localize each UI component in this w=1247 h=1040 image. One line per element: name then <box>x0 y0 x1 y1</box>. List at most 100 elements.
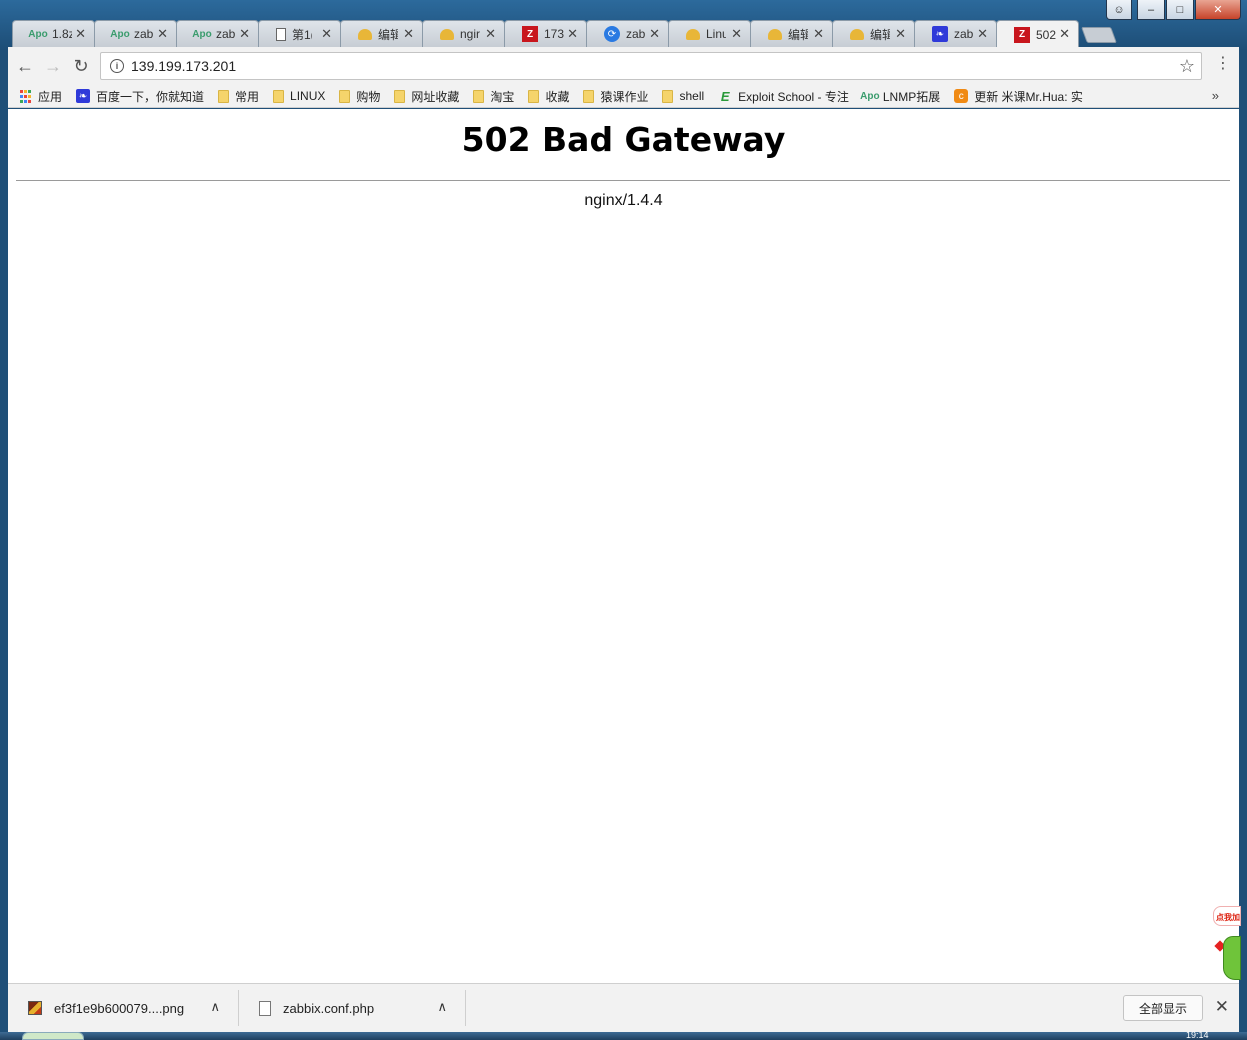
bookmark-label: 应用 <box>38 89 63 104</box>
new-tab-button[interactable] <box>1081 27 1117 43</box>
address-bar[interactable]: i 139.199.173.201 ☆ <box>100 52 1202 80</box>
download-filename[interactable]: ef3f1e9b600079....png <box>54 1001 184 1016</box>
folder-icon <box>218 89 230 103</box>
horizontal-rule <box>16 180 1230 181</box>
bookmark-label: 淘宝 <box>490 89 515 104</box>
bookmark-star-icon[interactable]: ☆ <box>1179 56 1195 77</box>
tab-label: 第1( <box>292 27 312 42</box>
tab-7[interactable]: ⟳ zabb ✕ <box>586 20 669 47</box>
bookmark-item[interactable]: 收藏 <box>528 88 569 105</box>
show-all-downloads-button[interactable]: 全部显示 <box>1123 995 1203 1021</box>
tab-close-icon[interactable]: ✕ <box>239 26 250 42</box>
tab-9[interactable]: 编辑 ✕ <box>750 20 833 47</box>
bookmark-item[interactable]: 应用 <box>18 88 62 105</box>
bookmark-label: Exploit School - 专注 <box>738 89 849 104</box>
bookmark-item[interactable]: Apo LNMP拓展 <box>860 88 941 105</box>
bookmark-item[interactable]: LINUX <box>273 89 325 103</box>
close-window-button[interactable]: ✕ <box>1195 0 1241 20</box>
tab-strip: Apo 1.8z ✕ Apo zabb ✕ Apo zabb ✕ 第1(✕ 编辑 ✕ ngir ✕ Z 173… <box>12 20 1117 48</box>
os-taskbar: 19:14 <box>0 1030 1247 1040</box>
start-button[interactable] <box>22 1032 84 1040</box>
page-title: 502 Bad Gateway <box>461 120 786 159</box>
hat-icon <box>850 28 864 40</box>
tab-4[interactable]: 编辑 ✕ <box>340 20 423 47</box>
close-downloads-bar-button[interactable]: ✕ <box>1215 997 1229 1017</box>
minimize-button[interactable]: – <box>1137 0 1165 20</box>
folder-icon <box>528 89 540 103</box>
tab-2[interactable]: Apo zabb ✕ <box>176 20 259 47</box>
bookmark-label: 购物 <box>356 89 381 104</box>
download-options-caret-icon[interactable]: ∧ <box>437 999 447 1015</box>
hat-icon <box>686 28 700 40</box>
tab-close-icon[interactable]: ✕ <box>567 26 578 42</box>
bookmarks-overflow-button[interactable]: » <box>1212 88 1219 103</box>
tab-label: zabb <box>134 27 154 41</box>
tab-close-icon[interactable]: ✕ <box>895 26 906 42</box>
bookmark-item[interactable]: 淘宝 <box>473 88 514 105</box>
tab-close-icon[interactable]: ✕ <box>321 26 332 42</box>
server-signature: nginx/1.4.4 <box>584 192 663 209</box>
tab-close-icon[interactable]: ✕ <box>813 26 824 42</box>
mascot-icon[interactable] <box>1223 936 1241 980</box>
title-bar: ☺ – □ ✕ Apo 1.8z ✕ Apo zabb ✕ Apo zabb ✕ 第1(✕ 编辑 ✕ n… <box>0 0 1247 50</box>
tab-close-icon[interactable]: ✕ <box>977 26 988 42</box>
widget-bubble[interactable]: 点我加 <box>1213 906 1241 926</box>
downloads-bar: ef3f1e9b600079....png ∧ zabbix.conf.php … <box>8 983 1239 1032</box>
bookmark-label: LNMP拓展 <box>882 89 941 104</box>
apo-icon: Apo <box>860 90 880 102</box>
maximize-button[interactable]: □ <box>1166 0 1194 20</box>
tab-label: zabb <box>216 27 236 41</box>
bookmark-item[interactable]: c 更新 米课Mr.Hua: 实 <box>954 88 1083 105</box>
exploit-icon: E <box>720 88 730 104</box>
tab-3[interactable]: 第1( ✕ <box>258 20 341 47</box>
file-icon <box>259 1000 271 1016</box>
download-options-caret-icon[interactable]: ∧ <box>210 999 220 1015</box>
user-profile-button[interactable]: ☺ <box>1106 0 1132 20</box>
bookmark-item[interactable]: shell <box>662 89 704 103</box>
bookmark-label: 收藏 <box>545 89 570 104</box>
mike-icon: c <box>954 89 969 103</box>
tab-10[interactable]: 编辑 ✕ <box>832 20 915 47</box>
tab-close-icon[interactable]: ✕ <box>75 26 86 42</box>
reload-button[interactable]: ↻ <box>70 55 92 77</box>
tab-8[interactable]: Linu ✕ <box>668 20 751 47</box>
bookmark-item[interactable]: 猿课作业 <box>583 88 648 105</box>
tab-11[interactable]: ❧ zabb ✕ <box>914 20 997 47</box>
tab-0[interactable]: Apo 1.8z ✕ <box>12 20 95 47</box>
tab-close-icon[interactable]: ✕ <box>157 26 168 42</box>
tab-label: zabb <box>954 27 974 41</box>
tab-label: 502 <box>1036 27 1056 42</box>
tab-label: zabb <box>626 27 646 41</box>
tab-close-icon[interactable]: ✕ <box>649 26 660 42</box>
forward-button[interactable]: → <box>42 55 64 77</box>
url-text[interactable]: 139.199.173.201 <box>131 58 236 74</box>
bookmark-item[interactable]: E Exploit School - 专注 <box>718 88 849 105</box>
bookmark-item[interactable]: 网址收藏 <box>394 88 459 105</box>
tab-1[interactable]: Apo zabb ✕ <box>94 20 177 47</box>
browser-menu-icon[interactable]: ⋮ <box>1215 56 1231 72</box>
apo-icon: Apo <box>110 28 130 40</box>
apo-icon: Apo <box>28 28 48 40</box>
tab-label: 173 <box>544 27 564 41</box>
folder-icon <box>583 89 595 103</box>
tab-close-icon[interactable]: ✕ <box>1059 26 1070 42</box>
tab-12[interactable]: Z 502 ✕ <box>996 20 1079 48</box>
download-item[interactable]: ef3f1e9b600079....png ∧ <box>8 990 239 1026</box>
tab-close-icon[interactable]: ✕ <box>485 26 496 42</box>
bookmark-item[interactable]: 常用 <box>218 88 259 105</box>
back-button[interactable]: ← <box>14 55 36 77</box>
bookmark-item[interactable]: ❧ 百度一下，你就知道 <box>76 88 204 105</box>
floating-chat-widget[interactable]: 点我加 <box>1213 906 1241 984</box>
tab-6[interactable]: Z 173 ✕ <box>504 20 587 47</box>
download-item[interactable]: zabbix.conf.php ∧ <box>239 990 466 1026</box>
tab-5[interactable]: ngir ✕ <box>422 20 505 47</box>
download-filename[interactable]: zabbix.conf.php <box>283 1001 374 1016</box>
site-info-icon[interactable]: i <box>110 59 124 73</box>
tab-close-icon[interactable]: ✕ <box>403 26 414 42</box>
tab-close-icon[interactable]: ✕ <box>731 26 742 42</box>
folder-icon <box>473 89 485 103</box>
baidu-paw-icon: ❧ <box>932 26 948 42</box>
bookmark-label: 更新 米课Mr.Hua: 实 <box>974 89 1083 104</box>
taskbar-clock: 19:14 <box>1186 1030 1209 1040</box>
bookmark-item[interactable]: 购物 <box>339 88 380 105</box>
